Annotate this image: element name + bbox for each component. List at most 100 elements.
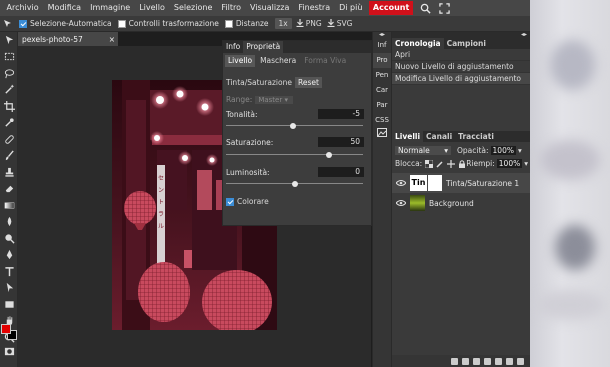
new-layer-icon[interactable] [506,357,513,365]
lock-pixels-icon[interactable] [436,160,444,168]
eye-icon[interactable] [395,180,407,186]
blur-tool-icon[interactable] [0,214,18,231]
adjustment-icon[interactable] [473,357,480,365]
tab-info[interactable]: Info [223,41,243,53]
tab-properties[interactable]: Proprietà [243,41,284,53]
pen-tool-icon[interactable] [0,247,18,264]
zoom-select[interactable]: 1x [274,18,292,29]
eyedropper-tool-icon[interactable] [0,115,18,132]
lock-transparency-icon[interactable] [425,159,434,168]
saturation-input[interactable]: 50 [318,137,364,147]
lock-position-icon[interactable] [447,159,456,168]
dodge-tool-icon[interactable] [0,230,18,247]
subtab-live-shape[interactable]: Forma Viva [301,55,349,67]
gradient-tool-icon[interactable] [0,197,18,214]
blend-mode-select[interactable]: Normale ▾ [395,146,451,155]
auto-select-option[interactable]: Selezione-Automatica [19,19,112,28]
foreground-color-swatch[interactable] [1,324,11,334]
menu-immagine[interactable]: Immagine [86,0,135,16]
marquee-tool-icon[interactable] [0,49,18,66]
menu-selezione[interactable]: Selezione [169,0,216,16]
layer-mask-thumbnail[interactable] [428,175,442,191]
lightness-slider[interactable] [226,180,363,187]
lasso-tool-icon[interactable] [0,65,18,82]
distances-checkbox[interactable] [224,19,233,28]
move-tool-icon[interactable] [0,32,18,49]
colorize-option[interactable]: Colorare [226,197,269,206]
mini-panel-brush[interactable]: Pen [373,68,391,83]
text-tool-icon[interactable] [0,263,18,280]
folder-icon[interactable] [495,357,502,365]
mini-panel-paragraph[interactable]: Par [373,98,391,113]
fill-dropdown-icon[interactable]: ▾ [524,159,528,168]
menu-modifica[interactable]: Modifica [43,0,85,16]
eraser-tool-icon[interactable] [0,181,18,198]
layer-row[interactable]: Tin Tinta/Saturazione 1 [392,173,530,193]
opacity-dropdown-icon[interactable]: ▾ [518,146,522,155]
eye-icon[interactable] [395,200,407,206]
tab-history[interactable]: Cronologia [392,38,444,49]
svg-text:セ: セ [158,175,164,182]
menu-di-piu[interactable]: Di più [335,0,367,16]
layer-row[interactable]: Background [392,193,530,213]
fill-input[interactable]: 100% [496,159,523,168]
hue-slider[interactable] [226,122,363,129]
shape-tool-icon[interactable] [0,296,18,313]
export-svg-button[interactable]: SVG [327,18,352,29]
close-icon[interactable]: × [109,35,115,44]
menu-visualizza[interactable]: Visualizza [245,0,293,16]
export-png-button[interactable]: PNG [296,18,322,29]
colorize-checkbox[interactable] [226,197,234,206]
tab-layers[interactable]: Livelli [392,131,424,142]
range-select[interactable]: Master ▾ [255,95,294,104]
opacity-input[interactable]: 100% [490,146,516,155]
transform-controls-option[interactable]: Controlli trasformazione [117,19,219,28]
auto-select-checkbox[interactable] [19,19,27,28]
transform-controls-checkbox[interactable] [117,19,126,28]
reset-button[interactable]: Reset [294,77,322,88]
saturation-slider-knob[interactable] [325,151,332,158]
healing-tool-icon[interactable] [0,131,18,148]
subtab-layer[interactable]: Livello [225,55,256,67]
mask-mode-icon[interactable] [0,343,18,360]
menu-filtro[interactable]: Filtro [217,0,246,16]
mini-panel-css[interactable]: CSS [373,113,391,128]
history-item[interactable]: Modifica Livello di aggiustamento [392,73,530,85]
tab-paths[interactable]: Tracciati [455,131,497,142]
subtab-mask[interactable]: Maschera [257,55,299,67]
trash-icon[interactable] [517,357,524,365]
image-panel-icon[interactable] [373,128,391,143]
tab-swatches[interactable]: Campioni [444,38,489,49]
saturation-slider[interactable] [226,151,363,158]
history-item[interactable]: Nuovo Livello di aggiustamento [392,61,530,73]
fx-icon[interactable] [462,357,469,365]
clone-stamp-tool-icon[interactable] [0,164,18,181]
lock-all-icon[interactable] [458,159,466,168]
hue-input[interactable]: -5 [318,109,364,119]
menu-archivio[interactable]: Archivio [2,0,43,16]
tab-channels[interactable]: Canali [423,131,455,142]
path-select-tool-icon[interactable] [0,280,18,297]
distances-option[interactable]: Distanze [224,19,269,28]
mini-panel-properties[interactable]: Pro [373,53,391,68]
document-tab[interactable]: pexels-photo-57 × [18,32,118,46]
crop-tool-icon[interactable] [0,98,18,115]
account-button[interactable]: Account [368,1,414,15]
brush-tool-icon[interactable] [0,148,18,165]
magic-wand-tool-icon[interactable] [0,82,18,99]
search-icon[interactable] [418,1,432,15]
layers-footer [392,355,530,367]
menu-livello[interactable]: Livello [135,0,170,16]
link-icon[interactable] [451,357,458,365]
adjustment-title: Tinta/Saturazione [226,78,292,87]
mask-icon[interactable] [484,357,491,365]
lightness-slider-knob[interactable] [291,180,298,187]
history-item[interactable]: Apri [392,49,530,61]
hue-slider-knob[interactable] [290,122,297,129]
mini-panel-info[interactable]: Inf [373,38,391,53]
color-swatches[interactable] [1,324,18,341]
mini-panel-character[interactable]: Car [373,83,391,98]
menu-finestra[interactable]: Finestra [294,0,335,16]
fullscreen-icon[interactable] [437,1,451,15]
lightness-input[interactable]: 0 [318,167,364,177]
